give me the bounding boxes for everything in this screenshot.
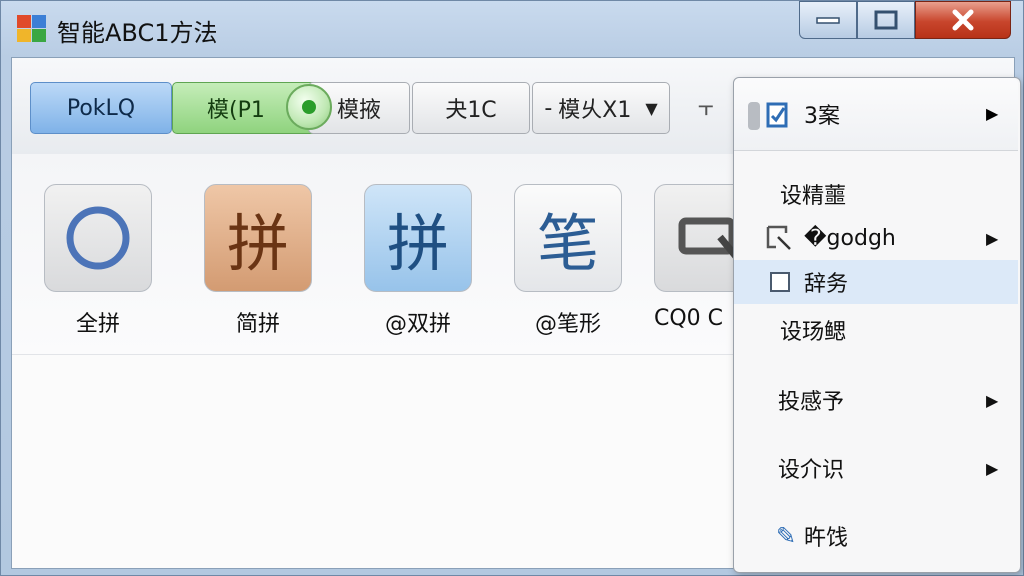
app-window: 智能ABC1方法 PokLQ 模(P1 模掖 夬1C ‑ 模乆X1 ▼ ⫟ 全拼… [0, 0, 1024, 576]
app-logo-icon [17, 15, 47, 43]
context-menu: 3案 ▶ 设精蘁 �godgh ▶ 辞务 设玚鳃 投感予 ▶ 设介识 ▶ ✎ 旿… [733, 77, 1021, 573]
crop-icon [766, 225, 791, 250]
menu-item-label: 设精蘁 [780, 184, 847, 209]
menu-item-label: 辞务 [804, 272, 849, 297]
checkbox-icon[interactable] [770, 272, 790, 292]
minimize-icon [816, 17, 840, 24]
tile-label: 全拼 [75, 312, 120, 337]
shuangpin-tile-icon: 拼 [364, 184, 472, 292]
close-button[interactable] [915, 1, 1011, 39]
mode-dropdown-label: 模乆X1 [558, 98, 632, 123]
mode-button-1[interactable]: PokLQ [30, 82, 172, 134]
chevron-down-icon: ▼ [645, 98, 658, 118]
menu-header-icon [748, 102, 788, 130]
tile-label: @双拼 [384, 312, 451, 337]
mode-button-4[interactable]: 夬1C [412, 82, 530, 134]
menu-item-label: 投感予 [778, 390, 845, 415]
menu-item-2[interactable]: �godgh ▶ [734, 216, 1018, 260]
mode-dropdown[interactable]: ‑ 模乆X1 ▼ [532, 82, 670, 134]
tile-label: 简拼 [235, 312, 280, 337]
menu-item-1[interactable]: 设精蘁 [734, 172, 1018, 216]
window-title: 智能ABC1方法 [57, 19, 218, 47]
menu-item-4[interactable]: 设玚鳃 [734, 308, 1018, 352]
quanpin-tile-icon [44, 184, 152, 292]
menu-item-3-highlighted[interactable]: 辞务 [734, 260, 1018, 304]
menu-item-7[interactable]: ✎ 旿饯 [734, 514, 1018, 558]
menu-header-item[interactable]: 3案 ▶ [734, 78, 1018, 151]
menu-item-label: �godgh [804, 225, 896, 251]
bixing-tile-icon: 笔 [514, 184, 622, 292]
radio-selected-icon[interactable] [286, 84, 332, 130]
menu-item-label: 设玚鳃 [780, 320, 847, 345]
maximize-icon [874, 10, 898, 30]
submenu-arrow-icon: ▶ [986, 390, 999, 410]
dropdown-dash-icon: ‑ [544, 95, 553, 121]
menu-item-5[interactable]: 投感予 ▶ [734, 378, 1018, 422]
maximize-button[interactable] [857, 1, 915, 39]
menu-item-label: 旿饯 [804, 526, 849, 551]
brush-icon: ✎ [776, 522, 797, 550]
toolbar-extra-icon[interactable]: ⫟ [698, 92, 714, 123]
tile-bixing[interactable]: 笔 @笔形 [514, 184, 626, 338]
submenu-arrow-icon: ▶ [986, 228, 999, 248]
close-icon [952, 9, 974, 31]
submenu-arrow-icon: ▶ [986, 458, 999, 478]
menu-header-label: 3案 [804, 104, 840, 129]
tile-quanpin[interactable]: 全拼 [44, 184, 156, 338]
jianpin-tile-icon: 拼 [204, 184, 312, 292]
menu-item-6[interactable]: 设介识 ▶ [734, 446, 1018, 490]
title-bar[interactable]: 智能ABC1方法 [1, 1, 1024, 55]
minimize-button[interactable] [799, 1, 857, 39]
submenu-arrow-icon: ▶ [986, 104, 999, 123]
tile-jianpin[interactable]: 拼 简拼 [204, 184, 316, 338]
tile-shuangpin[interactable]: 拼 @双拼 [364, 184, 476, 338]
tile-label: @笔形 [534, 312, 601, 337]
menu-item-label: 设介识 [778, 458, 845, 483]
